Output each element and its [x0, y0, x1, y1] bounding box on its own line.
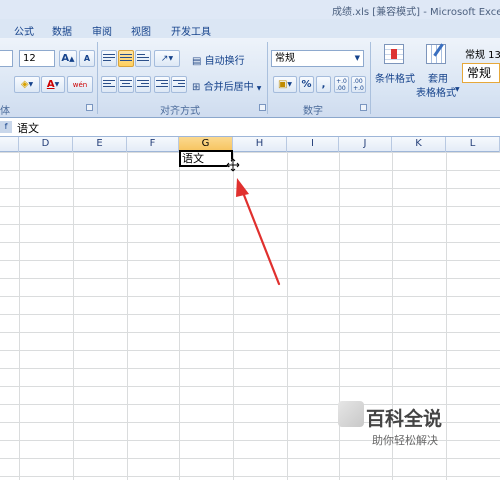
wrap-text-icon: ▤ — [192, 56, 202, 67]
conditional-format-icon — [384, 44, 404, 64]
decrease-indent-icon — [156, 79, 168, 90]
wrap-text-button[interactable]: ▤ 自动换行 — [192, 52, 245, 67]
accounting-format-button[interactable]: ▣ ▼ — [273, 76, 297, 93]
formula-input[interactable]: 语文 — [17, 120, 39, 136]
column-headers: D E F G H I J K L — [0, 137, 500, 152]
align-bottom-button[interactable] — [135, 50, 151, 67]
font-group-launcher[interactable] — [86, 104, 93, 111]
column-header-partial[interactable] — [0, 137, 19, 152]
column-header-l[interactable]: L — [446, 137, 500, 152]
grid-line — [127, 152, 128, 480]
fill-color-button[interactable]: ◈ ▼ — [14, 76, 40, 93]
align-top-button[interactable] — [101, 50, 117, 67]
move-cursor-icon — [226, 158, 240, 172]
watermark-title: 百科全说 — [366, 408, 443, 430]
align-center-button[interactable] — [118, 76, 134, 93]
grow-font-button[interactable]: A ▲ — [59, 50, 77, 67]
number-group-launcher[interactable] — [360, 104, 367, 111]
increase-indent-button[interactable] — [171, 76, 187, 93]
align-right-button[interactable] — [135, 76, 151, 93]
conditional-format-button[interactable]: 条件格式 — [374, 42, 415, 98]
align-right-icon — [137, 79, 149, 90]
font-group-label: 体 — [0, 106, 10, 117]
column-header-e[interactable]: E — [73, 137, 127, 152]
chevron-down-icon: ▼ — [354, 54, 360, 62]
tab-data[interactable]: 数据 — [52, 23, 72, 38]
grid-line — [73, 152, 74, 480]
decrease-decimal-button[interactable]: .00 +.0 — [351, 76, 366, 93]
chevron-down-icon: ▼ — [455, 86, 460, 93]
increase-indent-icon — [173, 79, 185, 90]
cell-styles-gallery[interactable]: 常规 13 常规 — [461, 44, 500, 88]
active-cell-text: 语文 — [182, 152, 204, 165]
number-group-label: 数字 — [303, 106, 323, 117]
tab-view[interactable]: 视图 — [131, 23, 151, 38]
merge-center-icon: ⊞ — [192, 82, 201, 93]
column-header-j[interactable]: J — [339, 137, 392, 152]
orientation-icon: ↗ — [160, 53, 169, 64]
number-format-value: 常规 — [275, 53, 295, 64]
column-header-d[interactable]: D — [19, 137, 73, 152]
align-middle-icon — [120, 53, 132, 64]
font-size-value: 12 — [23, 53, 36, 64]
font-color-icon: A — [46, 79, 55, 90]
shrink-font-button[interactable]: A — [79, 50, 95, 67]
column-header-k[interactable]: K — [392, 137, 446, 152]
grid-line — [179, 152, 180, 480]
group-separator — [267, 42, 268, 114]
tab-developer[interactable]: 开发工具 — [171, 23, 211, 38]
format-as-table-button[interactable]: 套用 表格格式 ▼ — [414, 42, 460, 99]
watermark-logo — [338, 401, 364, 427]
percent-button[interactable]: % — [299, 76, 314, 93]
align-left-icon — [103, 79, 115, 90]
align-top-icon — [103, 53, 115, 64]
active-cell-g1[interactable]: 语文 — [179, 150, 233, 167]
grid-line — [339, 152, 340, 480]
increase-decimal-button[interactable]: +.0 .00 — [334, 76, 349, 93]
align-bottom-icon — [137, 53, 149, 64]
font-color-button[interactable]: A ▼ — [41, 76, 65, 93]
ribbon-tabs: 公式 数据 审阅 视图 开发工具 — [0, 19, 500, 38]
grid-line — [446, 152, 447, 480]
tab-formulas[interactable]: 公式 — [14, 23, 34, 38]
number-format-select[interactable]: 常规 ▼ — [271, 50, 364, 67]
font-size-box[interactable]: 12 — [19, 50, 55, 67]
group-separator — [370, 42, 371, 114]
column-header-f[interactable]: F — [127, 137, 179, 152]
tab-review[interactable]: 审阅 — [92, 23, 112, 38]
alignment-group-label: 对齐方式 — [160, 106, 200, 117]
merge-center-button[interactable]: ⊞ 合并后居中 ▼ — [192, 78, 261, 93]
formula-bar: f 语文 — [0, 118, 500, 137]
alignment-group-launcher[interactable] — [259, 104, 266, 111]
style-normal-swatch[interactable]: 常规 — [462, 63, 500, 83]
column-header-h[interactable]: H — [233, 137, 287, 152]
align-center-icon — [120, 79, 132, 90]
title-bar: 成绩.xls [兼容模式] - Microsoft Exce — [0, 0, 500, 19]
grid-line — [19, 152, 20, 480]
style-preview-label: 常规 13 — [465, 50, 500, 61]
function-icon[interactable]: f — [0, 121, 12, 133]
font-name-box[interactable] — [0, 50, 13, 67]
comma-button[interactable]: , — [316, 76, 331, 93]
align-left-button[interactable] — [101, 76, 117, 93]
paint-bucket-icon: ◈ — [20, 79, 29, 90]
annotation-arrow — [236, 178, 281, 286]
format-table-icon — [426, 43, 446, 64]
phonetic-button[interactable]: wén — [67, 76, 93, 93]
decrease-indent-button[interactable] — [154, 76, 170, 93]
ribbon: 12 A ▲ A ◈ ▼ A ▼ wén 体 ↗ ▼ ▤ 自动换行 ⊞ 合并后居… — [0, 38, 500, 118]
watermark-subtitle: 助你轻松解决 — [372, 434, 438, 447]
window-title: 成绩.xls [兼容模式] - Microsoft Exce — [332, 7, 500, 18]
chevron-down-icon: ▼ — [256, 85, 262, 92]
group-separator — [97, 42, 98, 114]
currency-icon: ▣ — [277, 79, 288, 90]
orientation-button[interactable]: ↗ ▼ — [154, 50, 180, 67]
align-middle-button[interactable] — [118, 50, 134, 67]
column-header-i[interactable]: I — [287, 137, 339, 152]
